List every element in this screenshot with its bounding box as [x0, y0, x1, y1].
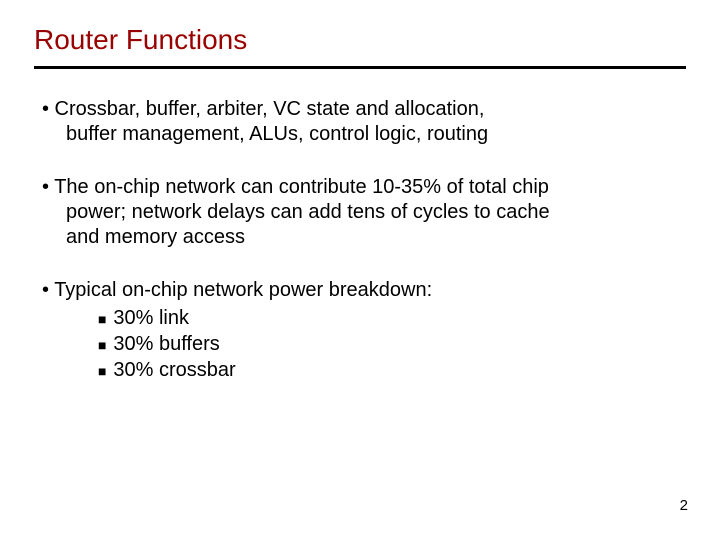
subitem-3-text: 30% crossbar [113, 359, 235, 381]
bullet-2-line-1: • The on-chip network can contribute 10-… [42, 176, 549, 198]
bullet-2: • The on-chip network can contribute 10-… [42, 175, 686, 250]
slide-title: Router Functions [34, 24, 686, 56]
bullet-3-line-1: • Typical on-chip network power breakdow… [42, 279, 432, 301]
slide: Router Functions • Crossbar, buffer, arb… [0, 0, 720, 540]
subitem-3: ■30% crossbar [98, 357, 686, 383]
bullet-2-line-2: power; network delays can add tens of cy… [42, 200, 686, 225]
square-bullet-icon: ■ [98, 362, 113, 380]
bullet-3: • Typical on-chip network power breakdow… [42, 278, 686, 383]
slide-content: • Crossbar, buffer, arbiter, VC state an… [34, 97, 686, 383]
square-bullet-icon: ■ [98, 336, 113, 354]
subitem-1: ■30% link [98, 305, 686, 331]
sublist: ■30% link ■30% buffers ■30% crossbar [42, 305, 686, 383]
title-divider [34, 66, 686, 69]
page-number: 2 [680, 497, 688, 514]
bullet-2-line-3: and memory access [42, 225, 686, 250]
subitem-1-text: 30% link [113, 307, 189, 329]
square-bullet-icon: ■ [98, 310, 113, 328]
bullet-1-line-1: • Crossbar, buffer, arbiter, VC state an… [42, 98, 484, 120]
bullet-1-line-2: buffer management, ALUs, control logic, … [42, 122, 686, 147]
subitem-2: ■30% buffers [98, 331, 686, 357]
bullet-1: • Crossbar, buffer, arbiter, VC state an… [42, 97, 686, 147]
subitem-2-text: 30% buffers [113, 333, 219, 355]
